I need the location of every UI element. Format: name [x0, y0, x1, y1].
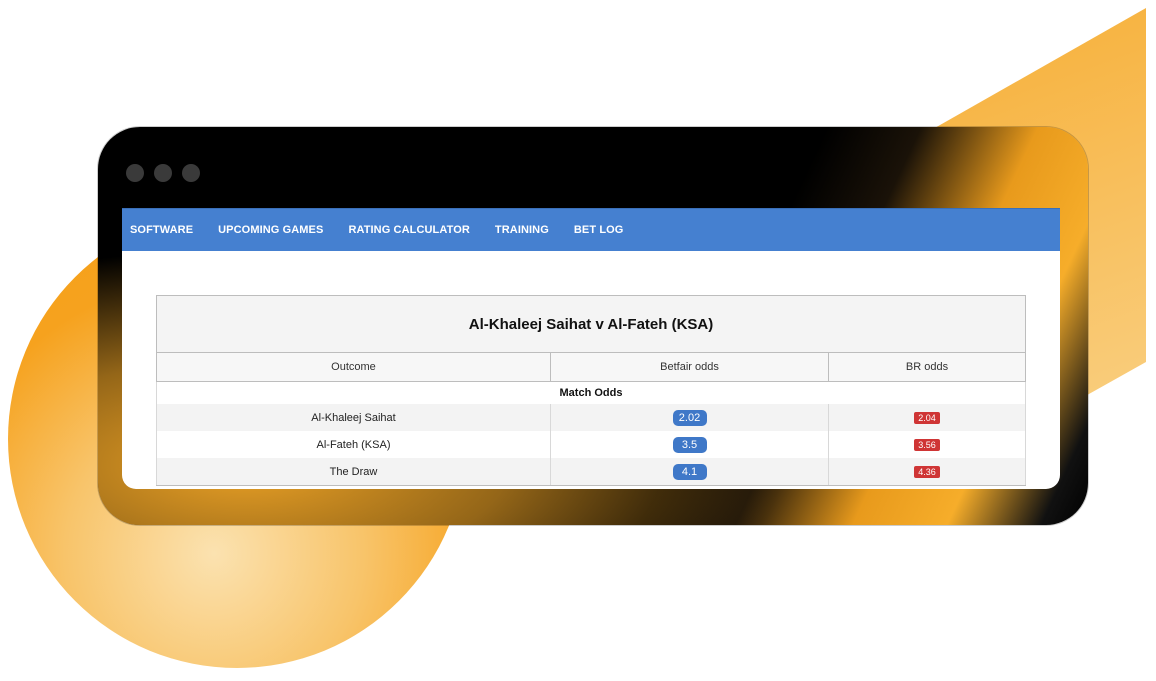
betfair-odds-badge[interactable]: 3.5 [672, 436, 707, 453]
section-header-match-odds: Match Odds [156, 381, 1026, 404]
nav-item-upcoming-games[interactable]: UPCOMING GAMES [218, 224, 323, 236]
window-dot-3-icon[interactable] [182, 164, 200, 182]
page-content: SOFTWARE UPCOMING GAMES RATING CALCULATO… [122, 208, 1060, 489]
nav-item-software[interactable]: SOFTWARE [130, 224, 193, 236]
br-odds-badge[interactable]: 4.36 [914, 465, 940, 478]
window-dot-1-icon[interactable] [126, 164, 144, 182]
match-title: Al-Khaleej Saihat v Al-Fateh (KSA) [156, 295, 1026, 353]
table-row: Al-Fateh (KSA) 3.5 3.56 [156, 431, 1026, 458]
betfair-odds-cell: 2.02 [550, 404, 829, 431]
betfair-odds-badge[interactable]: 4.1 [672, 463, 707, 480]
column-header-br-odds: BR odds [828, 352, 1026, 382]
top-navbar: SOFTWARE UPCOMING GAMES RATING CALCULATO… [122, 208, 1060, 251]
outcome-cell: The Draw [156, 458, 551, 486]
betfair-odds-cell: 3.5 [550, 431, 829, 458]
br-odds-badge[interactable]: 3.56 [914, 438, 940, 451]
outcome-cell: Al-Khaleej Saihat [156, 404, 551, 431]
nav-item-training[interactable]: TRAINING [495, 224, 549, 236]
nav-item-bet-log[interactable]: BET LOG [574, 224, 624, 236]
nav-item-rating-calculator[interactable]: RATING CALCULATOR [348, 224, 469, 236]
column-header-outcome: Outcome [156, 352, 551, 382]
br-odds-cell: 2.04 [828, 404, 1026, 431]
column-header-betfair-odds: Betfair odds [550, 352, 829, 382]
betfair-odds-cell: 4.1 [550, 458, 829, 486]
table-row: The Draw 4.1 4.36 [156, 458, 1026, 486]
stage: SOFTWARE UPCOMING GAMES RATING CALCULATO… [0, 0, 1156, 681]
br-odds-cell: 4.36 [828, 458, 1026, 486]
table-row: Al-Khaleej Saihat 2.02 2.04 [156, 404, 1026, 431]
br-odds-cell: 3.56 [828, 431, 1026, 458]
betfair-odds-badge[interactable]: 2.02 [672, 409, 707, 426]
outcome-cell: Al-Fateh (KSA) [156, 431, 551, 458]
odds-table: Al-Khaleej Saihat v Al-Fateh (KSA) Outco… [156, 295, 1026, 486]
window-dot-2-icon[interactable] [154, 164, 172, 182]
br-odds-badge[interactable]: 2.04 [914, 411, 940, 424]
